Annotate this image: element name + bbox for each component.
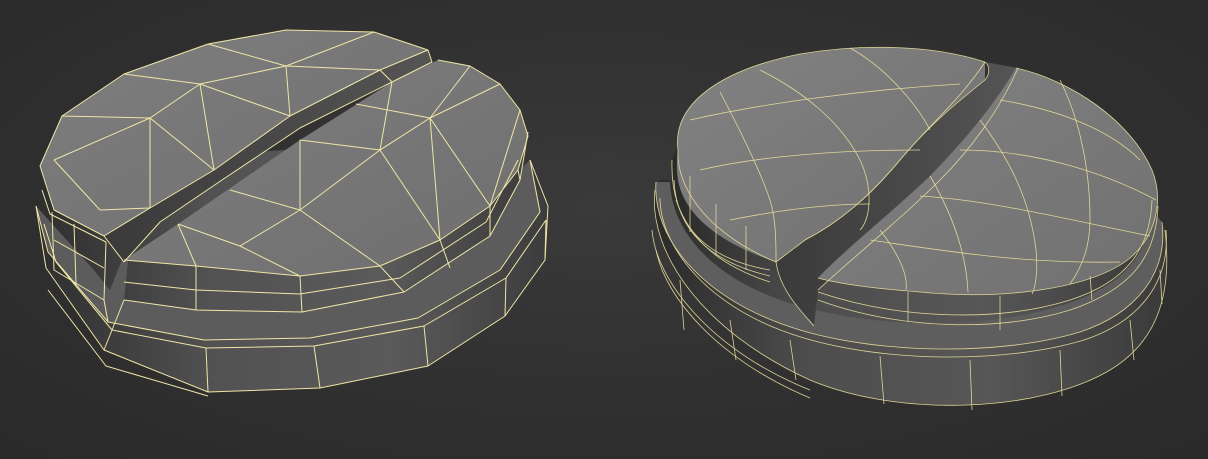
smooth-cap-model[interactable] — [651, 46, 1168, 411]
viewport-canvas — [35, 29, 1168, 411]
3d-viewport[interactable] — [0, 0, 1208, 459]
low-poly-cap-model[interactable] — [35, 29, 549, 397]
